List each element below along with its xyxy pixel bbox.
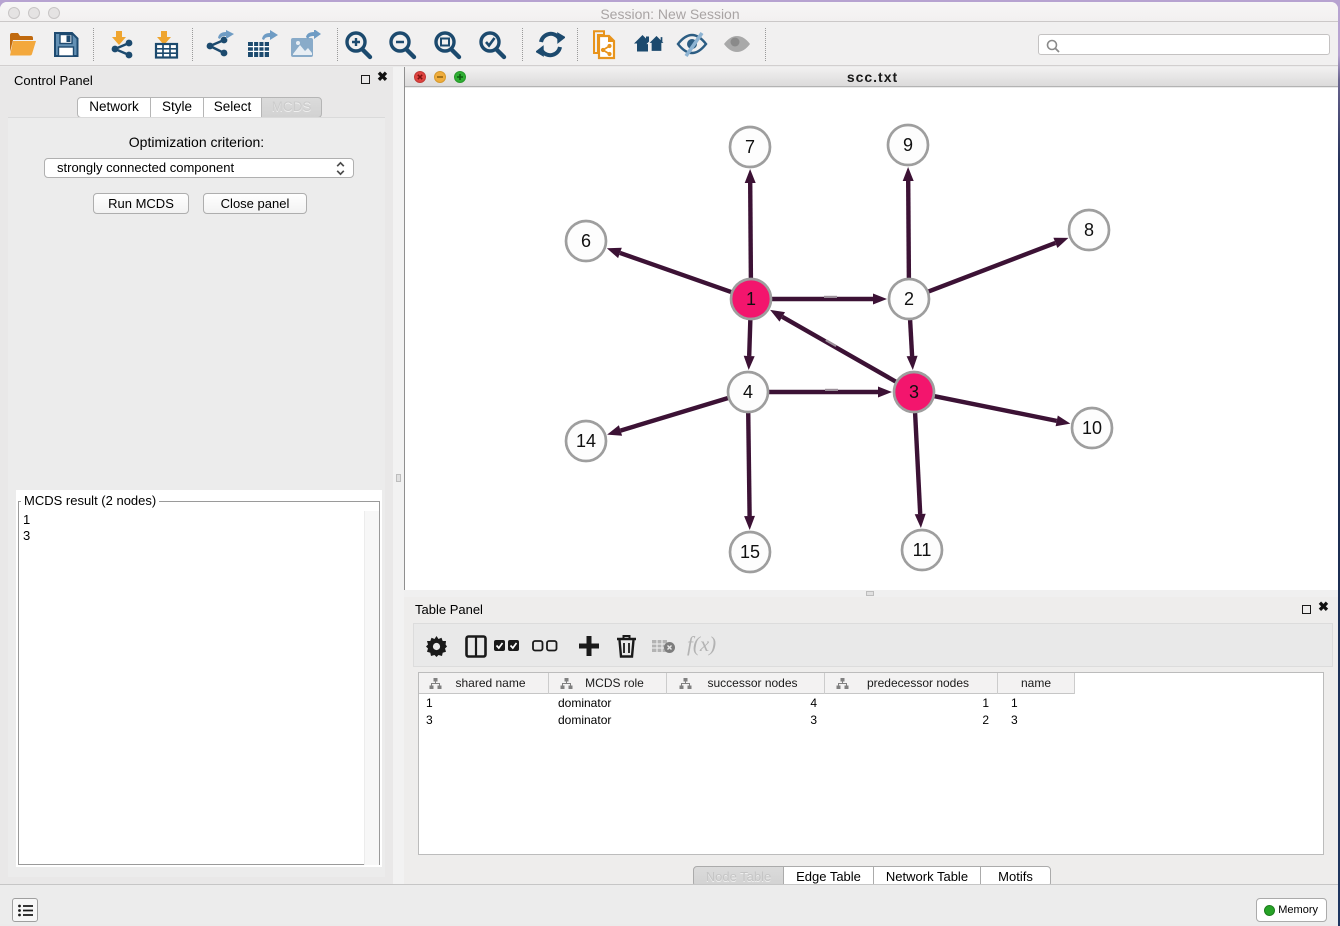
svg-text:10: 10 [1082,418,1102,438]
svg-text:7: 7 [745,137,755,157]
svg-text:9: 9 [903,135,913,155]
svg-text:8: 8 [1084,220,1094,240]
svg-text:14: 14 [576,431,596,451]
svg-text:15: 15 [740,542,760,562]
svg-text:4: 4 [743,382,753,402]
svg-text:3: 3 [909,382,919,402]
svg-text:11: 11 [913,540,932,560]
svg-text:1: 1 [746,289,756,309]
svg-text:6: 6 [581,231,591,251]
svg-text:2: 2 [904,289,914,309]
